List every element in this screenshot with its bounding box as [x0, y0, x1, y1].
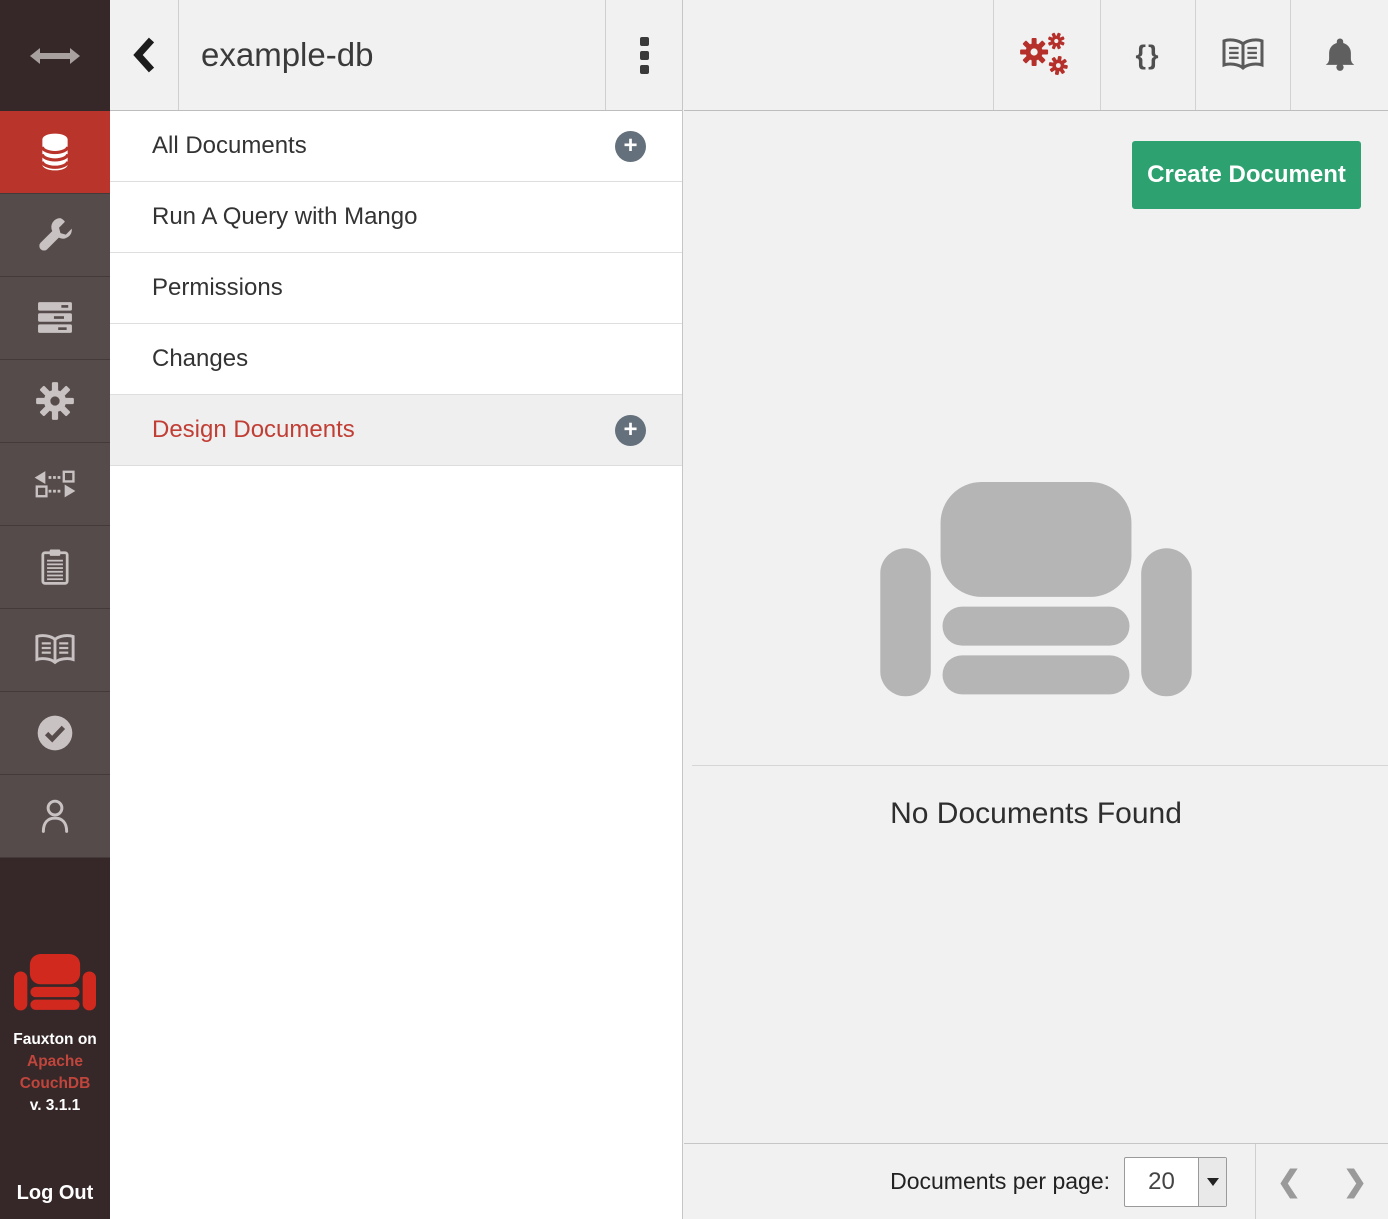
kebab-icon — [640, 37, 649, 46]
main-area: {} Create Document No Documents Found Do… — [684, 0, 1388, 1219]
sidebar-item-setup[interactable] — [0, 194, 110, 277]
gear-icon — [35, 381, 75, 421]
main-header: {} — [684, 0, 1388, 111]
server-stack-icon — [37, 302, 73, 334]
docs-per-page-label: Documents per page: — [890, 1168, 1110, 1195]
brand-version: v. 3.1.1 — [13, 1095, 97, 1117]
brand-couchdb: CouchDB — [13, 1073, 97, 1095]
previous-page-button[interactable]: ❮ — [1256, 1164, 1322, 1199]
empty-state-message: No Documents Found — [684, 797, 1388, 831]
gears-icon — [1018, 30, 1076, 80]
open-book-icon — [34, 633, 76, 667]
fauxton-app: Fauxton on Apache CouchDB v. 3.1.1 Log O… — [0, 0, 1388, 1219]
add-design-doc-icon[interactable]: + — [615, 415, 646, 446]
open-book-icon — [1221, 37, 1265, 73]
primary-sidebar: Fauxton on Apache CouchDB v. 3.1.1 Log O… — [0, 0, 110, 1219]
docs-per-page-select[interactable]: 20 — [1124, 1157, 1227, 1207]
panel-item-label: Run A Query with Mango — [152, 203, 417, 231]
create-document-button[interactable]: Create Document — [1132, 141, 1361, 209]
api-gears-button[interactable] — [993, 0, 1100, 110]
brand-apache: Apache — [13, 1051, 97, 1073]
database-options-button[interactable] — [605, 0, 682, 110]
next-page-button[interactable]: ❯ — [1322, 1164, 1388, 1199]
sidebar-item-verify[interactable] — [0, 692, 110, 775]
panel-item-changes[interactable]: Changes — [110, 324, 682, 395]
pagination-footer: Documents per page: 20 ❮ ❯ — [684, 1143, 1388, 1219]
sidebar-item-database[interactable] — [0, 111, 110, 194]
sidebar-item-documentation[interactable] — [0, 609, 110, 692]
database-icon — [38, 132, 72, 172]
replication-arrows-icon — [34, 469, 76, 499]
sidebar-item-replication[interactable] — [0, 443, 110, 526]
clipboard-icon — [41, 549, 69, 585]
panel-item-mango-query[interactable]: Run A Query with Mango — [110, 182, 682, 253]
sidebar-item-account[interactable] — [0, 775, 110, 858]
page-title: example-db — [178, 0, 605, 110]
select-dropdown-arrow-icon — [1198, 1158, 1226, 1206]
sidebar-item-tasks-clipboard[interactable] — [0, 526, 110, 609]
wrench-icon — [36, 216, 74, 254]
documents-content: Create Document No Documents Found — [684, 111, 1388, 1143]
add-document-icon[interactable]: + — [615, 131, 646, 162]
brand-text: Fauxton on Apache CouchDB v. 3.1.1 — [13, 1029, 97, 1117]
logout-button[interactable]: Log Out — [17, 1182, 94, 1205]
database-panel: example-db All Documents + Run A Query w… — [110, 0, 683, 1219]
panel-item-label: Design Documents — [152, 416, 355, 444]
user-icon — [39, 798, 71, 834]
braces-icon: {} — [1135, 40, 1160, 71]
double-arrow-icon — [28, 47, 82, 65]
panel-item-permissions[interactable]: Permissions — [110, 253, 682, 324]
panel-item-label: Permissions — [152, 274, 283, 302]
check-circle-icon — [36, 714, 74, 752]
json-api-button[interactable]: {} — [1100, 0, 1195, 110]
docs-per-page-value: 20 — [1125, 1158, 1198, 1206]
panel-item-label: Changes — [152, 345, 248, 373]
panel-item-design-documents[interactable]: Design Documents + — [110, 395, 682, 466]
back-button[interactable] — [110, 0, 178, 110]
sidebar-footer: Fauxton on Apache CouchDB v. 3.1.1 Log O… — [0, 858, 110, 1219]
bell-icon — [1324, 36, 1356, 74]
notifications-button[interactable] — [1290, 0, 1388, 110]
couchdb-logo[interactable] — [14, 954, 96, 1013]
documentation-button[interactable] — [1195, 0, 1290, 110]
chevron-left-icon — [132, 36, 156, 74]
panel-item-all-documents[interactable]: All Documents + — [110, 111, 682, 182]
sidebar-item-active-tasks[interactable] — [0, 277, 110, 360]
panel-item-label: All Documents — [152, 132, 307, 160]
sidebar-item-configuration[interactable] — [0, 360, 110, 443]
brand-prefix: Fauxton on — [13, 1029, 97, 1051]
sidebar-collapse-button[interactable] — [0, 0, 110, 111]
database-panel-header: example-db — [110, 0, 682, 111]
content-divider — [692, 765, 1388, 766]
empty-couch-illustration — [880, 482, 1192, 706]
